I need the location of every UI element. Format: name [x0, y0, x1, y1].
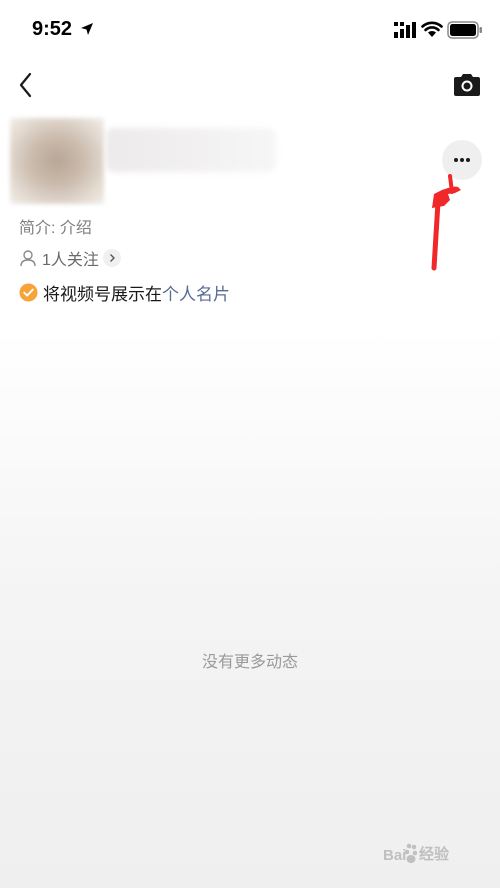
battery-icon — [447, 21, 482, 39]
location-arrow-icon — [81, 23, 93, 35]
no-more-posts-text: 没有更多动态 — [201, 654, 298, 671]
avatar[interactable] — [10, 118, 104, 204]
baidu-paw-logo-icon: Bai — [383, 843, 417, 864]
back-button[interactable] — [14, 68, 42, 102]
camera-button[interactable] — [452, 72, 482, 98]
more-dot — [454, 158, 458, 162]
followers-link[interactable]: 1人关注 — [19, 246, 121, 270]
pointing-hand-annotation-icon — [431, 174, 461, 271]
status-time: 9:52 — [32, 18, 73, 40]
showcase-text: 将视频号展示在 — [43, 284, 162, 304]
chevron-right-icon — [102, 249, 121, 267]
showcase-on-card-row: 将视频号展示在 个人名片 — [19, 280, 230, 304]
personal-card-link[interactable]: 个人名片 — [162, 280, 230, 305]
more-dot — [466, 158, 470, 162]
camera-icon — [454, 74, 480, 96]
svg-text:Bai: Bai — [383, 847, 406, 864]
watermark-text: 经验 — [419, 845, 450, 863]
person-icon — [20, 250, 36, 267]
wifi-icon — [421, 21, 443, 37]
checkmark-circle-icon[interactable] — [19, 282, 38, 302]
more-dot — [460, 158, 464, 162]
chevron-left-icon — [19, 72, 32, 98]
cellular-signal-icon — [394, 22, 416, 38]
followers-count: 1人关注 — [42, 252, 99, 269]
baidu-watermark: Bai 经验 — [383, 836, 449, 870]
status-bar: 9:52 — [0, 0, 500, 60]
profile-name-blurred — [106, 128, 276, 172]
profile-bio: 简介: 介绍 — [19, 220, 92, 237]
